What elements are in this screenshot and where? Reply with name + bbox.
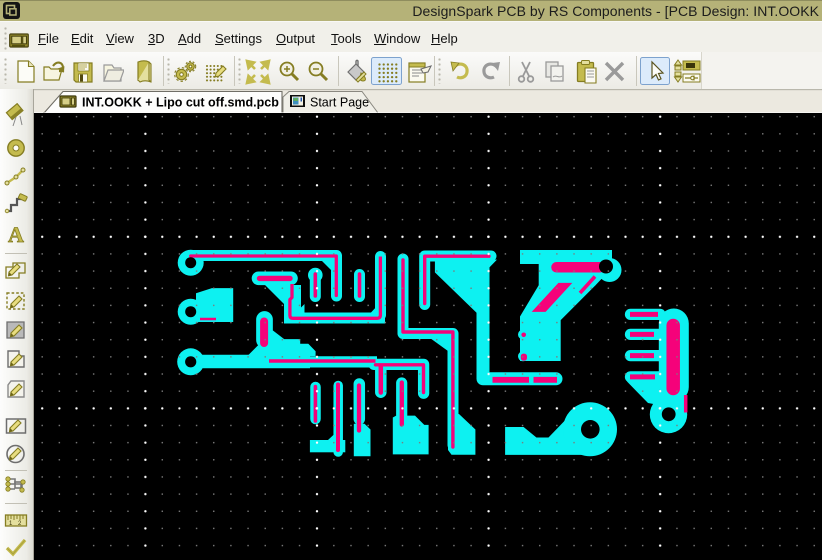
svg-text:Start Page: Start Page [310,96,369,110]
svg-text:A: A [8,222,24,246]
svg-text:INT.OOKK + Lipo cut off.smd.pc: INT.OOKK + Lipo cut off.smd.pcb [82,96,279,110]
